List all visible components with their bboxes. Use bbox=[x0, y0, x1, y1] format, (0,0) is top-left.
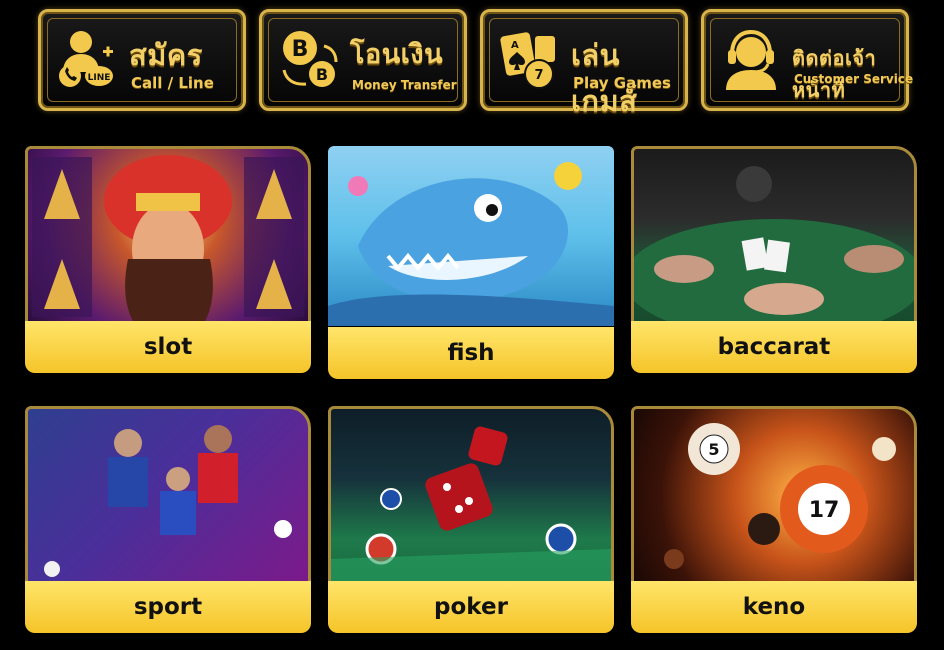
user-phone-line-icon: LINE bbox=[59, 31, 113, 87]
sport-game-image bbox=[25, 406, 311, 586]
slot-game-image bbox=[25, 146, 311, 326]
svg-text:17: 17 bbox=[809, 498, 840, 523]
game-card-fish[interactable]: fish bbox=[328, 146, 614, 379]
game-card-poker[interactable]: poker bbox=[328, 406, 614, 636]
game-label: baccarat bbox=[631, 321, 917, 373]
cards-chip-icon: A 7 bbox=[500, 32, 555, 89]
button-english-label: Call / Line bbox=[131, 74, 214, 92]
card-players-illustration bbox=[634, 166, 914, 323]
svg-text:B: B bbox=[316, 65, 328, 84]
game-label: slot bbox=[25, 321, 311, 373]
register-button[interactable]: LINE สมัคร Call / Line bbox=[38, 9, 246, 111]
button-thai-label: สมัคร bbox=[129, 38, 203, 72]
button-english-label: Customer Service bbox=[794, 72, 914, 86]
game-label: sport bbox=[25, 581, 311, 633]
keno-game-image: 5 17 bbox=[631, 406, 917, 586]
shark-illustration bbox=[328, 162, 614, 326]
money-transfer-button[interactable]: B B โอนเงิน Money Transfer bbox=[259, 9, 467, 111]
game-label: keno bbox=[631, 581, 917, 633]
game-label: fish bbox=[328, 327, 614, 379]
button-english-label: Money Transfer bbox=[352, 78, 457, 92]
headset-agent-icon bbox=[726, 29, 776, 90]
game-card-keno[interactable]: 5 17 keno bbox=[631, 406, 917, 636]
football-players-illustration bbox=[44, 425, 292, 577]
bitcoin-transfer-icon: B B bbox=[282, 31, 338, 87]
play-games-button[interactable]: A 7 เล่นเกมส์ Play Games bbox=[480, 9, 688, 118]
game-card-sport[interactable]: sport bbox=[25, 406, 311, 636]
slot-queen-illustration bbox=[32, 155, 304, 323]
svg-text:5: 5 bbox=[708, 440, 719, 459]
button-english-label: Play Games bbox=[573, 74, 671, 92]
svg-text:B: B bbox=[292, 37, 309, 62]
dice-chips-illustration bbox=[331, 426, 611, 583]
game-card-slot[interactable]: slot bbox=[25, 146, 311, 376]
fish-game-image bbox=[328, 146, 614, 326]
game-label: poker bbox=[328, 581, 614, 633]
game-card-baccarat[interactable]: baccarat bbox=[631, 146, 917, 376]
baccarat-game-image bbox=[631, 146, 917, 326]
poker-game-image bbox=[328, 406, 614, 586]
button-thai-label: โอนเงิน bbox=[350, 39, 444, 70]
svg-text:LINE: LINE bbox=[88, 73, 111, 83]
svg-text:7: 7 bbox=[534, 68, 543, 83]
svg-text:A: A bbox=[511, 40, 519, 51]
customer-service-button[interactable]: ติดต่อเจ้าหน้าที่ Customer Service bbox=[701, 9, 913, 111]
lottery-balls-illustration: 5 17 bbox=[664, 423, 896, 569]
top-nav: LINE สมัคร Call / Line B B โอนเงิน Money… bbox=[0, 0, 944, 120]
